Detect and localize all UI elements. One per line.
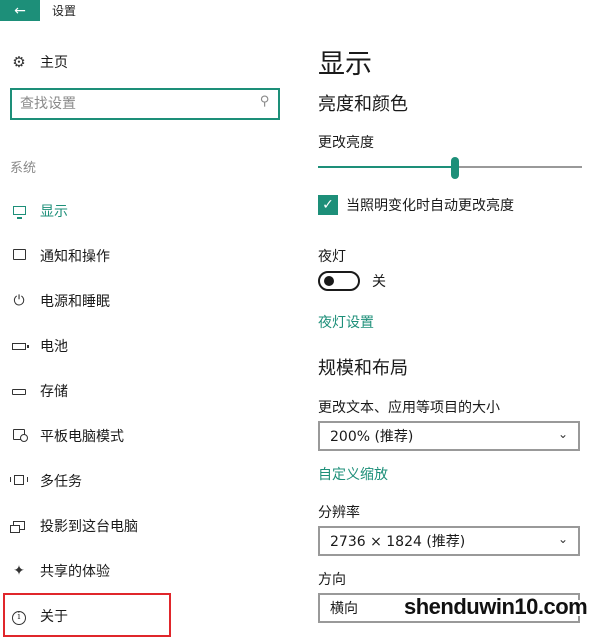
toggle-state-label: 关 xyxy=(372,274,386,290)
gear-icon: ⚙ xyxy=(12,53,26,71)
sidebar-item-display[interactable]: 显示 xyxy=(0,188,290,233)
brightness-slider[interactable] xyxy=(318,157,582,179)
slider-thumb[interactable] xyxy=(451,157,460,179)
section-label-system: 系统 xyxy=(10,161,37,176)
sidebar-item-battery[interactable]: 电池 xyxy=(0,323,290,368)
scale-layout-heading: 规模和布局 xyxy=(318,358,408,379)
search-icon[interactable]: ⚲ xyxy=(260,94,270,109)
sidebar-item-label: 电池 xyxy=(40,338,68,355)
home-label: 主页 xyxy=(40,55,68,71)
scale-dropdown-value: 200% (推荐) xyxy=(330,429,414,445)
auto-brightness-option[interactable]: ✓ 当照明变化时自动更改亮度 xyxy=(318,195,514,215)
auto-brightness-checkbox[interactable]: ✓ xyxy=(318,195,338,215)
sidebar-item-label: 电源和睡眠 xyxy=(40,293,110,310)
shared-experience-icon: ✦ xyxy=(13,562,25,579)
sidebar-item-tablet-mode[interactable]: 平板电脑模式 xyxy=(0,413,290,458)
search-box[interactable]: ⚲ xyxy=(10,88,280,120)
sidebar-item-label: 多任务 xyxy=(40,473,82,490)
window-title: 设置 xyxy=(52,4,77,18)
resolution-dropdown[interactable]: 2736 × 1824 (推荐) ⌄ xyxy=(318,526,580,556)
auto-brightness-label: 当照明变化时自动更改亮度 xyxy=(346,198,514,214)
sidebar-item-multitasking[interactable]: 多任务 xyxy=(0,458,290,503)
sidebar: ⚙ 主页 ⚲ 系统 显示 通知和操作 ⏻ 电源和睡眠 电池 存储 平板电脑模 xyxy=(0,22,290,638)
chevron-down-icon: ⌄ xyxy=(557,427,568,441)
brightness-color-heading: 亮度和颜色 xyxy=(318,94,408,115)
battery-icon xyxy=(10,338,29,354)
tablet-mode-icon xyxy=(10,428,28,444)
night-light-settings-link[interactable]: 夜灯设置 xyxy=(318,312,374,332)
orientation-label: 方向 xyxy=(318,572,346,588)
resolution-label: 分辨率 xyxy=(318,505,360,521)
night-light-toggle[interactable] xyxy=(318,271,360,291)
project-icon xyxy=(10,518,28,534)
info-icon: i xyxy=(10,607,28,625)
brightness-slider-label: 更改亮度 xyxy=(318,135,374,151)
sidebar-item-label: 通知和操作 xyxy=(40,248,110,265)
display-settings-panel: 显示 亮度和颜色 更改亮度 ✓ 当照明变化时自动更改亮度 夜灯 关 夜灯设置 规… xyxy=(318,22,600,638)
resolution-dropdown-value: 2736 × 1824 (推荐) xyxy=(330,534,466,550)
page-title: 显示 xyxy=(318,49,372,80)
night-light-toggle-row: 关 xyxy=(318,271,386,291)
system-nav-list: 显示 通知和操作 ⏻ 电源和睡眠 电池 存储 平板电脑模式 多任务 投影到这台电 xyxy=(0,188,290,638)
power-icon: ⏻ xyxy=(13,292,25,309)
slider-fill xyxy=(318,166,456,168)
toggle-knob xyxy=(324,276,334,286)
chevron-down-icon: ⌄ xyxy=(557,532,568,546)
sidebar-item-storage[interactable]: 存储 xyxy=(0,368,290,413)
watermark-text: shenduwin10.com xyxy=(404,594,588,619)
text-size-label: 更改文本、应用等项目的大小 xyxy=(318,400,500,416)
night-light-label: 夜灯 xyxy=(318,249,346,265)
storage-icon xyxy=(10,383,28,399)
home-nav-item[interactable]: ⚙ 主页 xyxy=(10,52,68,72)
notification-icon xyxy=(10,248,28,264)
sidebar-item-label: 显示 xyxy=(40,203,68,220)
search-input[interactable] xyxy=(12,90,242,118)
monitor-icon xyxy=(10,203,28,219)
sidebar-item-label: 存储 xyxy=(40,383,68,400)
sidebar-item-project[interactable]: 投影到这台电脑 xyxy=(0,503,290,548)
orientation-dropdown-value: 横向 xyxy=(330,601,358,617)
sidebar-item-label: 共享的体验 xyxy=(40,563,110,580)
back-button[interactable]: ← xyxy=(0,0,40,21)
sidebar-item-label: 平板电脑模式 xyxy=(40,428,124,445)
custom-scaling-link[interactable]: 自定义缩放 xyxy=(318,464,388,484)
sidebar-item-label: 关于 xyxy=(40,608,68,625)
multitasking-icon xyxy=(10,473,28,489)
sidebar-item-shared-experiences[interactable]: ✦ 共享的体验 xyxy=(0,548,290,593)
sidebar-item-about[interactable]: i 关于 xyxy=(0,593,290,638)
back-arrow-icon: ← xyxy=(14,2,26,19)
sidebar-item-label: 投影到这台电脑 xyxy=(40,518,138,535)
title-bar: ← 设置 xyxy=(0,0,600,22)
scale-dropdown[interactable]: 200% (推荐) ⌄ xyxy=(318,421,580,451)
sidebar-item-power-sleep[interactable]: ⏻ 电源和睡眠 xyxy=(0,278,290,323)
sidebar-item-notifications[interactable]: 通知和操作 xyxy=(0,233,290,278)
